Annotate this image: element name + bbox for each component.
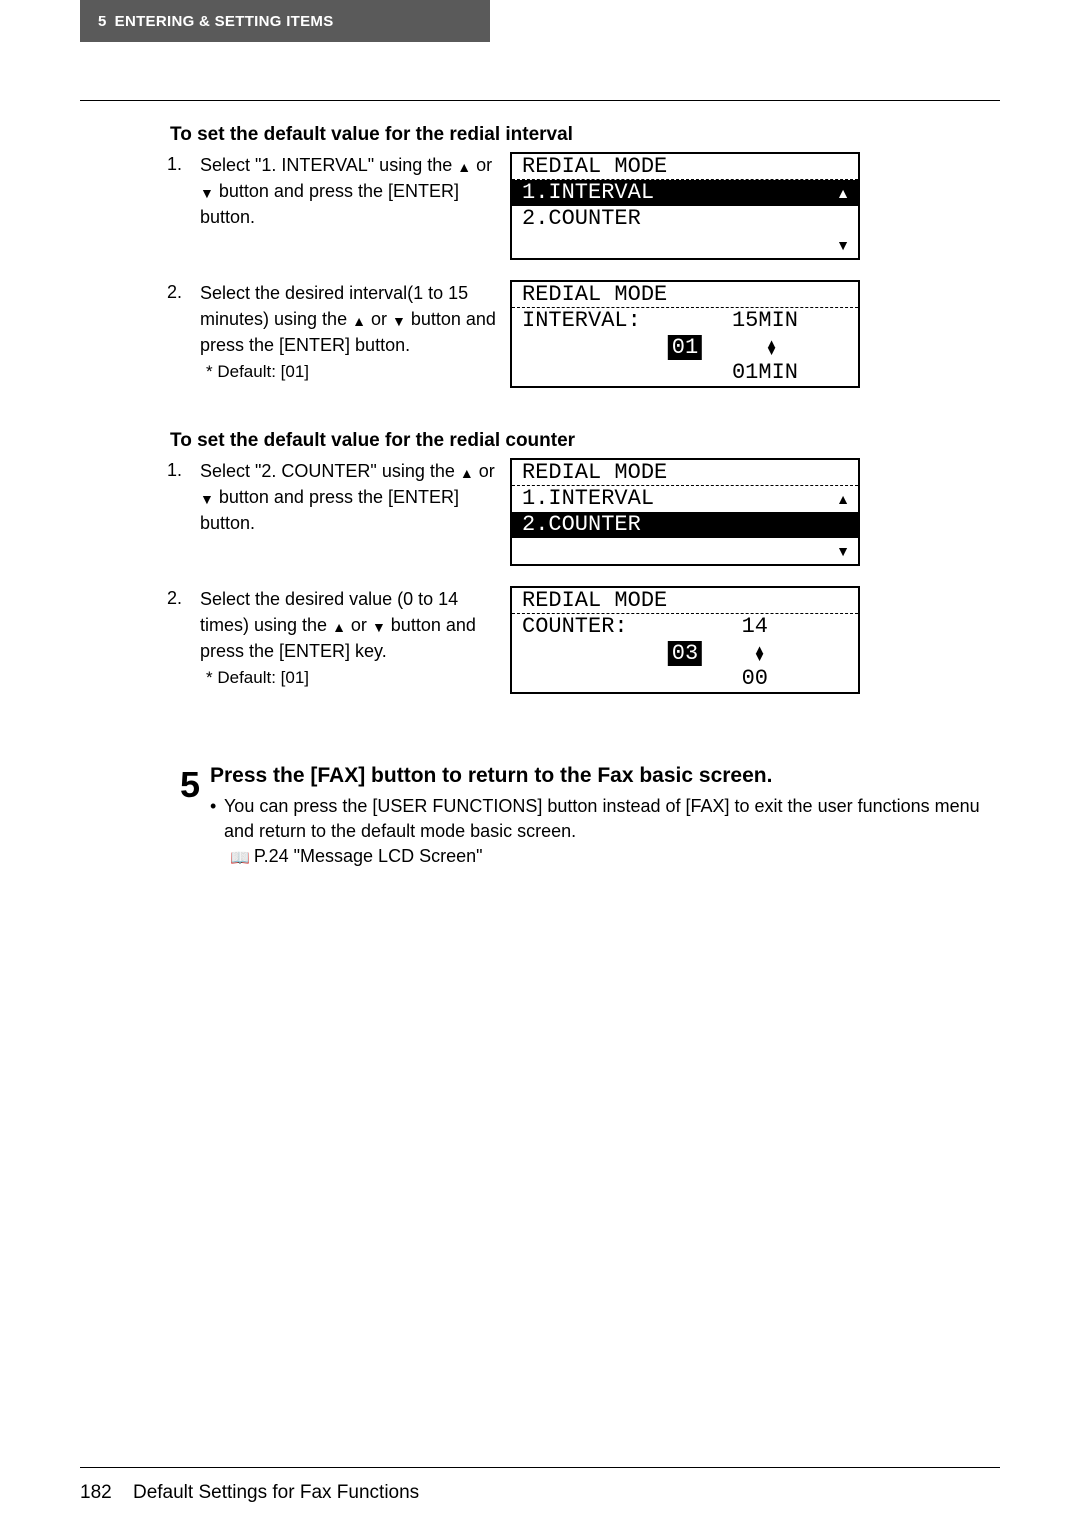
chapter-title: ENTERING & SETTING ITEMS (115, 13, 334, 30)
lcd-column: REDIAL MODE 1.INTERVAL ▲ 2.COUNTER ▼ (510, 458, 1000, 566)
lcd-item-label: 2.COUNTER (522, 208, 641, 230)
lcd-title: REDIAL MODE (522, 156, 667, 178)
lcd-title-line: REDIAL MODE (512, 588, 858, 614)
step-text: Select the desired value (0 to 14 times)… (200, 586, 510, 691)
up-arrow-icon (332, 617, 346, 637)
up-down-arrows-icon: ▲▼ (753, 646, 766, 660)
page-number: 182 (80, 1482, 112, 1503)
lcd-column: REDIAL MODE 1.INTERVAL ▲ 2.COUNTER ▼ (510, 152, 1000, 260)
lcd-item-label: 1.INTERVAL (522, 488, 654, 510)
step-text: Select the desired interval(1 to 15 minu… (200, 280, 510, 385)
lcd-current-value: 03 (668, 641, 702, 666)
lcd-title: REDIAL MODE (522, 590, 667, 612)
reference-text: P.24 "Message LCD Screen" (254, 846, 483, 866)
step-text: Select "2. COUNTER" using the or button … (200, 458, 510, 536)
lcd-item: 1.INTERVAL ▲ (512, 486, 858, 512)
lcd-value-current: 03 ▲▼ (512, 640, 858, 666)
lcd-value-label: INTERVAL: (522, 310, 641, 332)
lcd-title-line: REDIAL MODE (512, 282, 858, 308)
lcd-item-selected: 1.INTERVAL ▲ (512, 180, 858, 206)
lcd-screen: REDIAL MODE 1.INTERVAL ▲ 2.COUNTER ▼ (510, 458, 860, 566)
page-content: To set the default value for the redial … (80, 120, 1000, 868)
lcd-screen: REDIAL MODE COUNTER: 14 03 ▲▼ 00 (510, 586, 860, 694)
lcd-current-value: 01 (668, 335, 702, 360)
subheading-interval: To set the default value for the redial … (170, 124, 1000, 146)
step-number: 1. (80, 152, 200, 175)
bullet-dot: • (210, 794, 224, 844)
lcd-value-line: INTERVAL: 15MIN (512, 308, 858, 334)
lcd-min-line: 00 (512, 666, 858, 692)
page-footer: 182 Default Settings for Fax Functions (80, 1482, 419, 1504)
text-fragment: or (474, 461, 495, 481)
chapter-header: 5 ENTERING & SETTING ITEMS (80, 0, 490, 42)
step5-bullet: • You can press the [USER FUNCTIONS] but… (210, 794, 1000, 844)
lcd-title: REDIAL MODE (522, 284, 667, 306)
lcd-column: REDIAL MODE COUNTER: 14 03 ▲▼ 00 (510, 586, 1000, 694)
up-arrow-icon (352, 311, 366, 331)
lcd-title: REDIAL MODE (522, 462, 667, 484)
text-fragment: Select "2. COUNTER" using the (200, 461, 460, 481)
down-arrow-icon (372, 617, 386, 637)
lcd-blank-line: ▼ (512, 538, 858, 564)
step5-heading: Press the [FAX] button to return to the … (210, 764, 1000, 788)
default-note: * Default: [01] (206, 666, 498, 691)
book-icon: 📖 (230, 848, 250, 868)
lcd-item-label: 1.INTERVAL (522, 182, 654, 204)
lcd-screen: REDIAL MODE INTERVAL: 15MIN 01 ▲▼ 01MIN (510, 280, 860, 388)
chapter-number: 5 (98, 13, 107, 30)
lcd-max-value: 14 (742, 616, 768, 638)
lcd-item-selected: 2.COUNTER (512, 512, 858, 538)
down-arrow-icon (392, 311, 406, 331)
text-fragment: button and press the [ENTER] button. (200, 181, 459, 227)
up-arrow-icon (460, 463, 474, 483)
lcd-blank-line: ▼ (512, 232, 858, 258)
lcd-value-line: COUNTER: 14 (512, 614, 858, 640)
lcd-title-line: REDIAL MODE (512, 460, 858, 486)
top-rule (80, 100, 1000, 101)
down-arrow-icon (200, 183, 214, 203)
lcd-min-line: 01MIN (512, 360, 858, 386)
step5-block: 5 Press the [FAX] button to return to th… (80, 764, 1000, 868)
counter-step2-row: 2. Select the desired value (0 to 14 tim… (80, 586, 1000, 694)
lcd-title-line: REDIAL MODE (512, 154, 858, 180)
footer-title: Default Settings for Fax Functions (133, 1482, 419, 1503)
lcd-min-value: 00 (742, 668, 768, 690)
step-number: 2. (80, 586, 200, 609)
up-arrow-icon (457, 157, 471, 177)
lcd-item-label: 2.COUNTER (522, 514, 641, 536)
down-arrow-icon (200, 489, 214, 509)
lcd-value-label: COUNTER: (522, 616, 628, 638)
down-scroll-icon: ▼ (836, 238, 850, 252)
step-number: 2. (80, 280, 200, 303)
default-note: * Default: [01] (206, 360, 498, 385)
step-text: Select "1. INTERVAL" using the or button… (200, 152, 510, 230)
lcd-item: 2.COUNTER (512, 206, 858, 232)
lcd-min-value: 01MIN (732, 362, 798, 384)
down-scroll-icon: ▼ (836, 544, 850, 558)
text-fragment: button and press the [ENTER] button. (200, 487, 459, 533)
interval-step2-row: 2. Select the desired interval(1 to 15 m… (80, 280, 1000, 388)
text-fragment: or (366, 309, 392, 329)
up-scroll-icon: ▲ (836, 186, 850, 200)
text-fragment: Select "1. INTERVAL" using the (200, 155, 457, 175)
bullet-text: You can press the [USER FUNCTIONS] butto… (224, 794, 1000, 844)
lcd-screen: REDIAL MODE 1.INTERVAL ▲ 2.COUNTER ▼ (510, 152, 860, 260)
interval-step1-row: 1. Select "1. INTERVAL" using the or but… (80, 152, 1000, 260)
up-down-arrows-icon: ▲▼ (765, 340, 778, 354)
up-scroll-icon: ▲ (836, 492, 850, 506)
lcd-max-value: 15MIN (732, 310, 798, 332)
text-fragment: or (346, 615, 372, 635)
subheading-counter: To set the default value for the redial … (170, 430, 1000, 452)
book-reference: 📖P.24 "Message LCD Screen" (230, 846, 1000, 868)
lcd-value-current: 01 ▲▼ (512, 334, 858, 360)
big-step-number: 5 (170, 764, 200, 806)
step-number: 1. (80, 458, 200, 481)
lcd-column: REDIAL MODE INTERVAL: 15MIN 01 ▲▼ 01MIN (510, 280, 1000, 388)
counter-step1-row: 1. Select "2. COUNTER" using the or butt… (80, 458, 1000, 566)
text-fragment: or (471, 155, 492, 175)
bottom-rule (80, 1467, 1000, 1468)
